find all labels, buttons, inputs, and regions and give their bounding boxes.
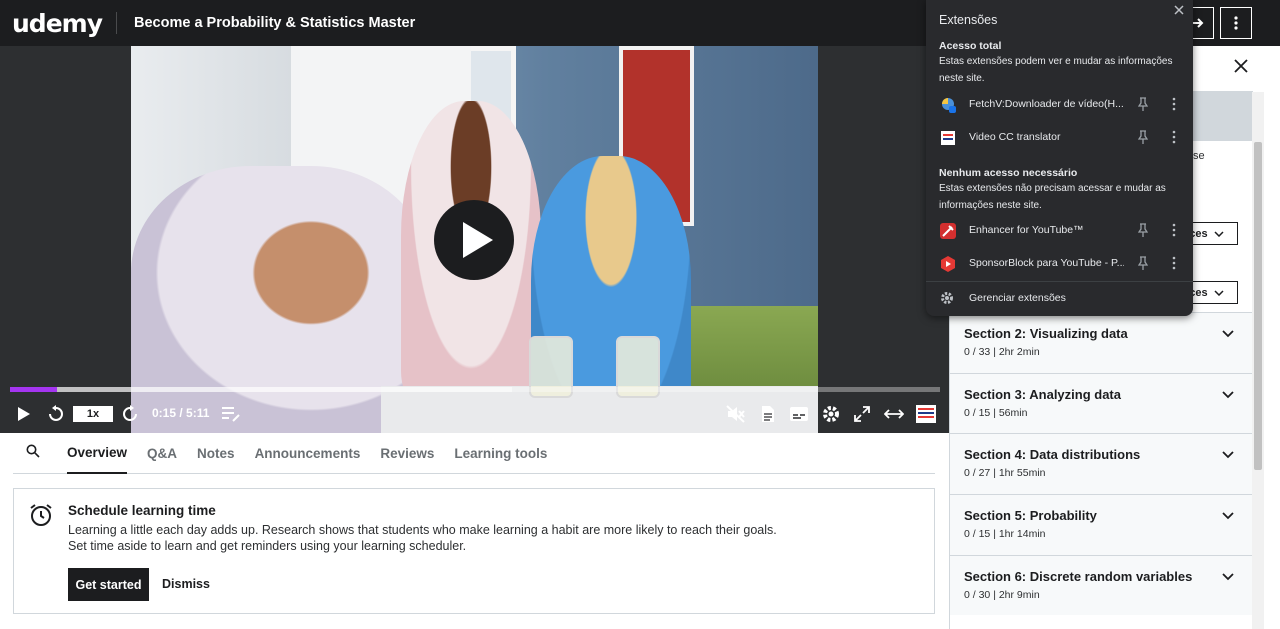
enhancer-icon [940,223,956,239]
captions-icon [790,407,808,421]
tab-reviews[interactable]: Reviews [380,433,434,474]
expand-icon [854,406,870,422]
no-access-heading: Nenhum acesso necessário [939,167,1078,179]
chevron-down-icon [1214,289,1224,296]
search-icon [26,444,40,458]
full-access-heading: Acesso total [939,40,1002,52]
tab-overview[interactable]: Overview [67,433,128,474]
full-access-description: Estas extensões podem ver e mudar as inf… [939,56,1173,84]
extensions-divider [926,281,1193,282]
gear-icon [941,292,953,304]
extension-item[interactable]: SponsorBlock para YouTube - P... [926,247,1193,280]
vertical-dots-icon[interactable] [1172,97,1176,111]
chevron-down-icon [1222,391,1234,399]
chevron-down-icon [1222,512,1234,520]
schedule-description: Learning a little each day adds up. Rese… [68,523,777,553]
alarm-clock-icon [30,504,52,526]
section-item[interactable]: Section 4: Data distributions 0 / 27 | 1… [950,433,1252,494]
extensions-title: Extensões [939,13,998,27]
get-started-button[interactable]: Get started [68,568,149,601]
course-title[interactable]: Become a Probability & Statistics Master [134,15,415,31]
add-note-button[interactable] [220,402,242,426]
expanded-view-button[interactable] [883,402,905,426]
extensions-popup: Extensões Acesso total Estas extensões p… [926,0,1193,316]
play-icon [18,407,30,421]
vertical-dots-icon[interactable] [1172,130,1176,144]
pin-icon[interactable] [1138,130,1148,144]
section-item[interactable]: Section 2: Visualizing data 0 / 33 | 2hr… [950,312,1252,373]
video-table [381,386,818,433]
pin-icon[interactable] [1138,223,1148,237]
cc-translator-button[interactable] [915,402,937,426]
transcript-button[interactable] [758,402,778,426]
header-divider [116,12,117,34]
video-progress-bar[interactable] [10,387,940,392]
dismiss-button[interactable]: Dismiss [162,577,210,591]
video-time: 0:15 / 5:11 [152,406,210,420]
chevron-down-icon [1214,230,1224,237]
buffered-progress [10,387,513,392]
fullscreen-button[interactable] [852,402,872,426]
close-extensions-button[interactable] [1174,3,1184,18]
chevron-down-icon [1222,451,1234,459]
tab-notes[interactable]: Notes [197,433,235,474]
volume-muted-icon [726,405,745,423]
schedule-learning-card: Schedule learning time Learning a little… [13,488,935,614]
played-progress [10,387,57,392]
video-frame[interactable] [131,46,818,433]
search-button[interactable] [26,444,50,463]
gear-icon [823,406,839,422]
play-button[interactable] [14,402,34,426]
section-item[interactable]: Section 5: Probability 0 / 15 | 1hr 14mi… [950,494,1252,555]
video-cc-icon [941,131,955,145]
fetchv-icon [942,98,956,113]
forward-button[interactable] [120,402,140,426]
manage-extensions-link[interactable]: Gerenciar extensões [969,292,1066,304]
horizontal-arrows-icon [884,409,904,419]
settings-button[interactable] [820,402,842,426]
captions-button[interactable] [788,402,810,426]
rewind-button[interactable] [46,402,66,426]
video-player[interactable]: 1x 0:15 / 5:11 [0,46,950,433]
schedule-title: Schedule learning time [68,503,216,518]
sidebar-scrollbar-thumb[interactable] [1254,142,1262,470]
pin-icon[interactable] [1138,97,1148,111]
transcript-icon [762,406,774,422]
close-icon [1234,59,1248,73]
vertical-dots-icon [1234,16,1238,30]
section-item[interactable]: Section 3: Analyzing data 0 / 15 | 56min [950,373,1252,434]
note-icon [222,407,240,422]
chevron-down-icon [1222,573,1234,581]
big-play-button[interactable] [434,200,514,280]
tab-qa[interactable]: Q&A [147,433,177,474]
tab-announcements[interactable]: Announcements [255,433,361,474]
extension-item[interactable]: Enhancer for YouTube™ [926,214,1193,247]
vertical-dots-icon[interactable] [1172,223,1176,237]
lecture-text-fragment: se [1193,150,1205,162]
sponsorblock-icon [941,256,955,272]
close-icon [1174,5,1184,15]
play-icon [463,222,493,258]
more-options-button[interactable] [1220,7,1252,39]
pin-icon[interactable] [1138,256,1148,270]
udemy-logo[interactable]: udemy [12,9,103,38]
course-tabs: Overview Q&A Notes Announcements Reviews… [13,433,935,474]
section-item[interactable]: Section 6: Discrete random variables 0 /… [950,555,1252,615]
playback-speed-button[interactable]: 1x [73,406,113,422]
video-cc-icon [916,405,936,423]
rewind-5-icon [49,405,63,421]
no-access-description: Estas extensões não precisam acessar e m… [939,183,1166,211]
tab-learning-tools[interactable]: Learning tools [454,433,547,474]
mute-button[interactable] [725,402,747,426]
extension-item[interactable]: FetchV:Downloader de vídeo(H... [926,88,1193,121]
extension-item[interactable]: Video CC translator [926,121,1193,154]
forward-5-icon [123,405,137,421]
vertical-dots-icon[interactable] [1172,256,1176,270]
chevron-down-icon [1222,330,1234,338]
close-sidebar-button[interactable] [1234,59,1248,78]
